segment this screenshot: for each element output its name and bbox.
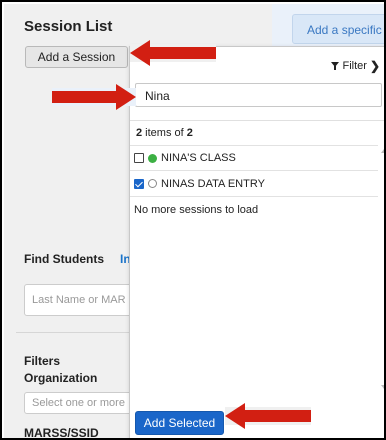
filters-label: Filters (24, 354, 61, 368)
session-search-input[interactable]: Nina (135, 83, 382, 107)
add-session-popup: Filter ❯ Nina 2 items of 2 NINA'S CLASS … (129, 46, 384, 438)
last-name-input[interactable]: Last Name or MAR (24, 284, 144, 316)
session-item[interactable]: NINAS DATA ENTRY (130, 171, 378, 197)
divider (130, 120, 384, 121)
status-dot-icon (148, 179, 157, 188)
organization-label: Organization (24, 371, 98, 385)
marss-ssid-label: MARSS/SSID (24, 426, 99, 440)
scroll-up-icon[interactable] (381, 149, 384, 153)
organization-select[interactable]: Select one or more (24, 392, 144, 414)
arrow-shaft (148, 47, 216, 59)
annotation-arrow-search (52, 84, 136, 110)
arrow-shaft (243, 410, 311, 422)
session-checkbox[interactable] (134, 178, 144, 189)
session-list: NINA'S CLASS NINAS DATA ENTRY No more se… (130, 145, 378, 223)
items-count-total: 2 (186, 127, 193, 139)
session-list-title: Session List (24, 18, 113, 35)
scroll-down-icon[interactable] (381, 385, 384, 389)
find-students-label: Find Students (24, 252, 104, 266)
arrow-shaft (52, 91, 118, 103)
filter-toggle[interactable]: Filter ❯ (331, 59, 380, 73)
items-count-mid: items of (142, 127, 187, 139)
funnel-icon (331, 62, 340, 70)
arrow-head (116, 84, 136, 110)
session-checkbox[interactable] (134, 153, 144, 163)
status-dot-icon (148, 153, 157, 163)
arrow-head (130, 40, 150, 66)
annotation-arrow-add-selected (225, 403, 311, 429)
session-name: NINAS DATA ENTRY (161, 177, 265, 190)
items-count: 2 items of 2 (136, 127, 193, 139)
add-selected-button[interactable]: Add Selected (135, 411, 224, 435)
annotation-arrow-add-session (130, 40, 216, 66)
session-item[interactable]: NINA'S CLASS (130, 145, 378, 171)
add-specific-button[interactable]: Add a specific (292, 14, 384, 44)
screenshot-frame: Session List Add a Session Find Students… (0, 0, 386, 440)
filter-label: Filter (342, 60, 367, 72)
add-session-button[interactable]: Add a Session (25, 46, 128, 68)
chevron-right-icon: ❯ (369, 59, 380, 73)
scrollbar[interactable] (380, 145, 384, 395)
session-name: NINA'S CLASS (161, 152, 236, 164)
no-more-sessions: No more sessions to load (134, 204, 259, 216)
arrow-head (225, 403, 245, 429)
